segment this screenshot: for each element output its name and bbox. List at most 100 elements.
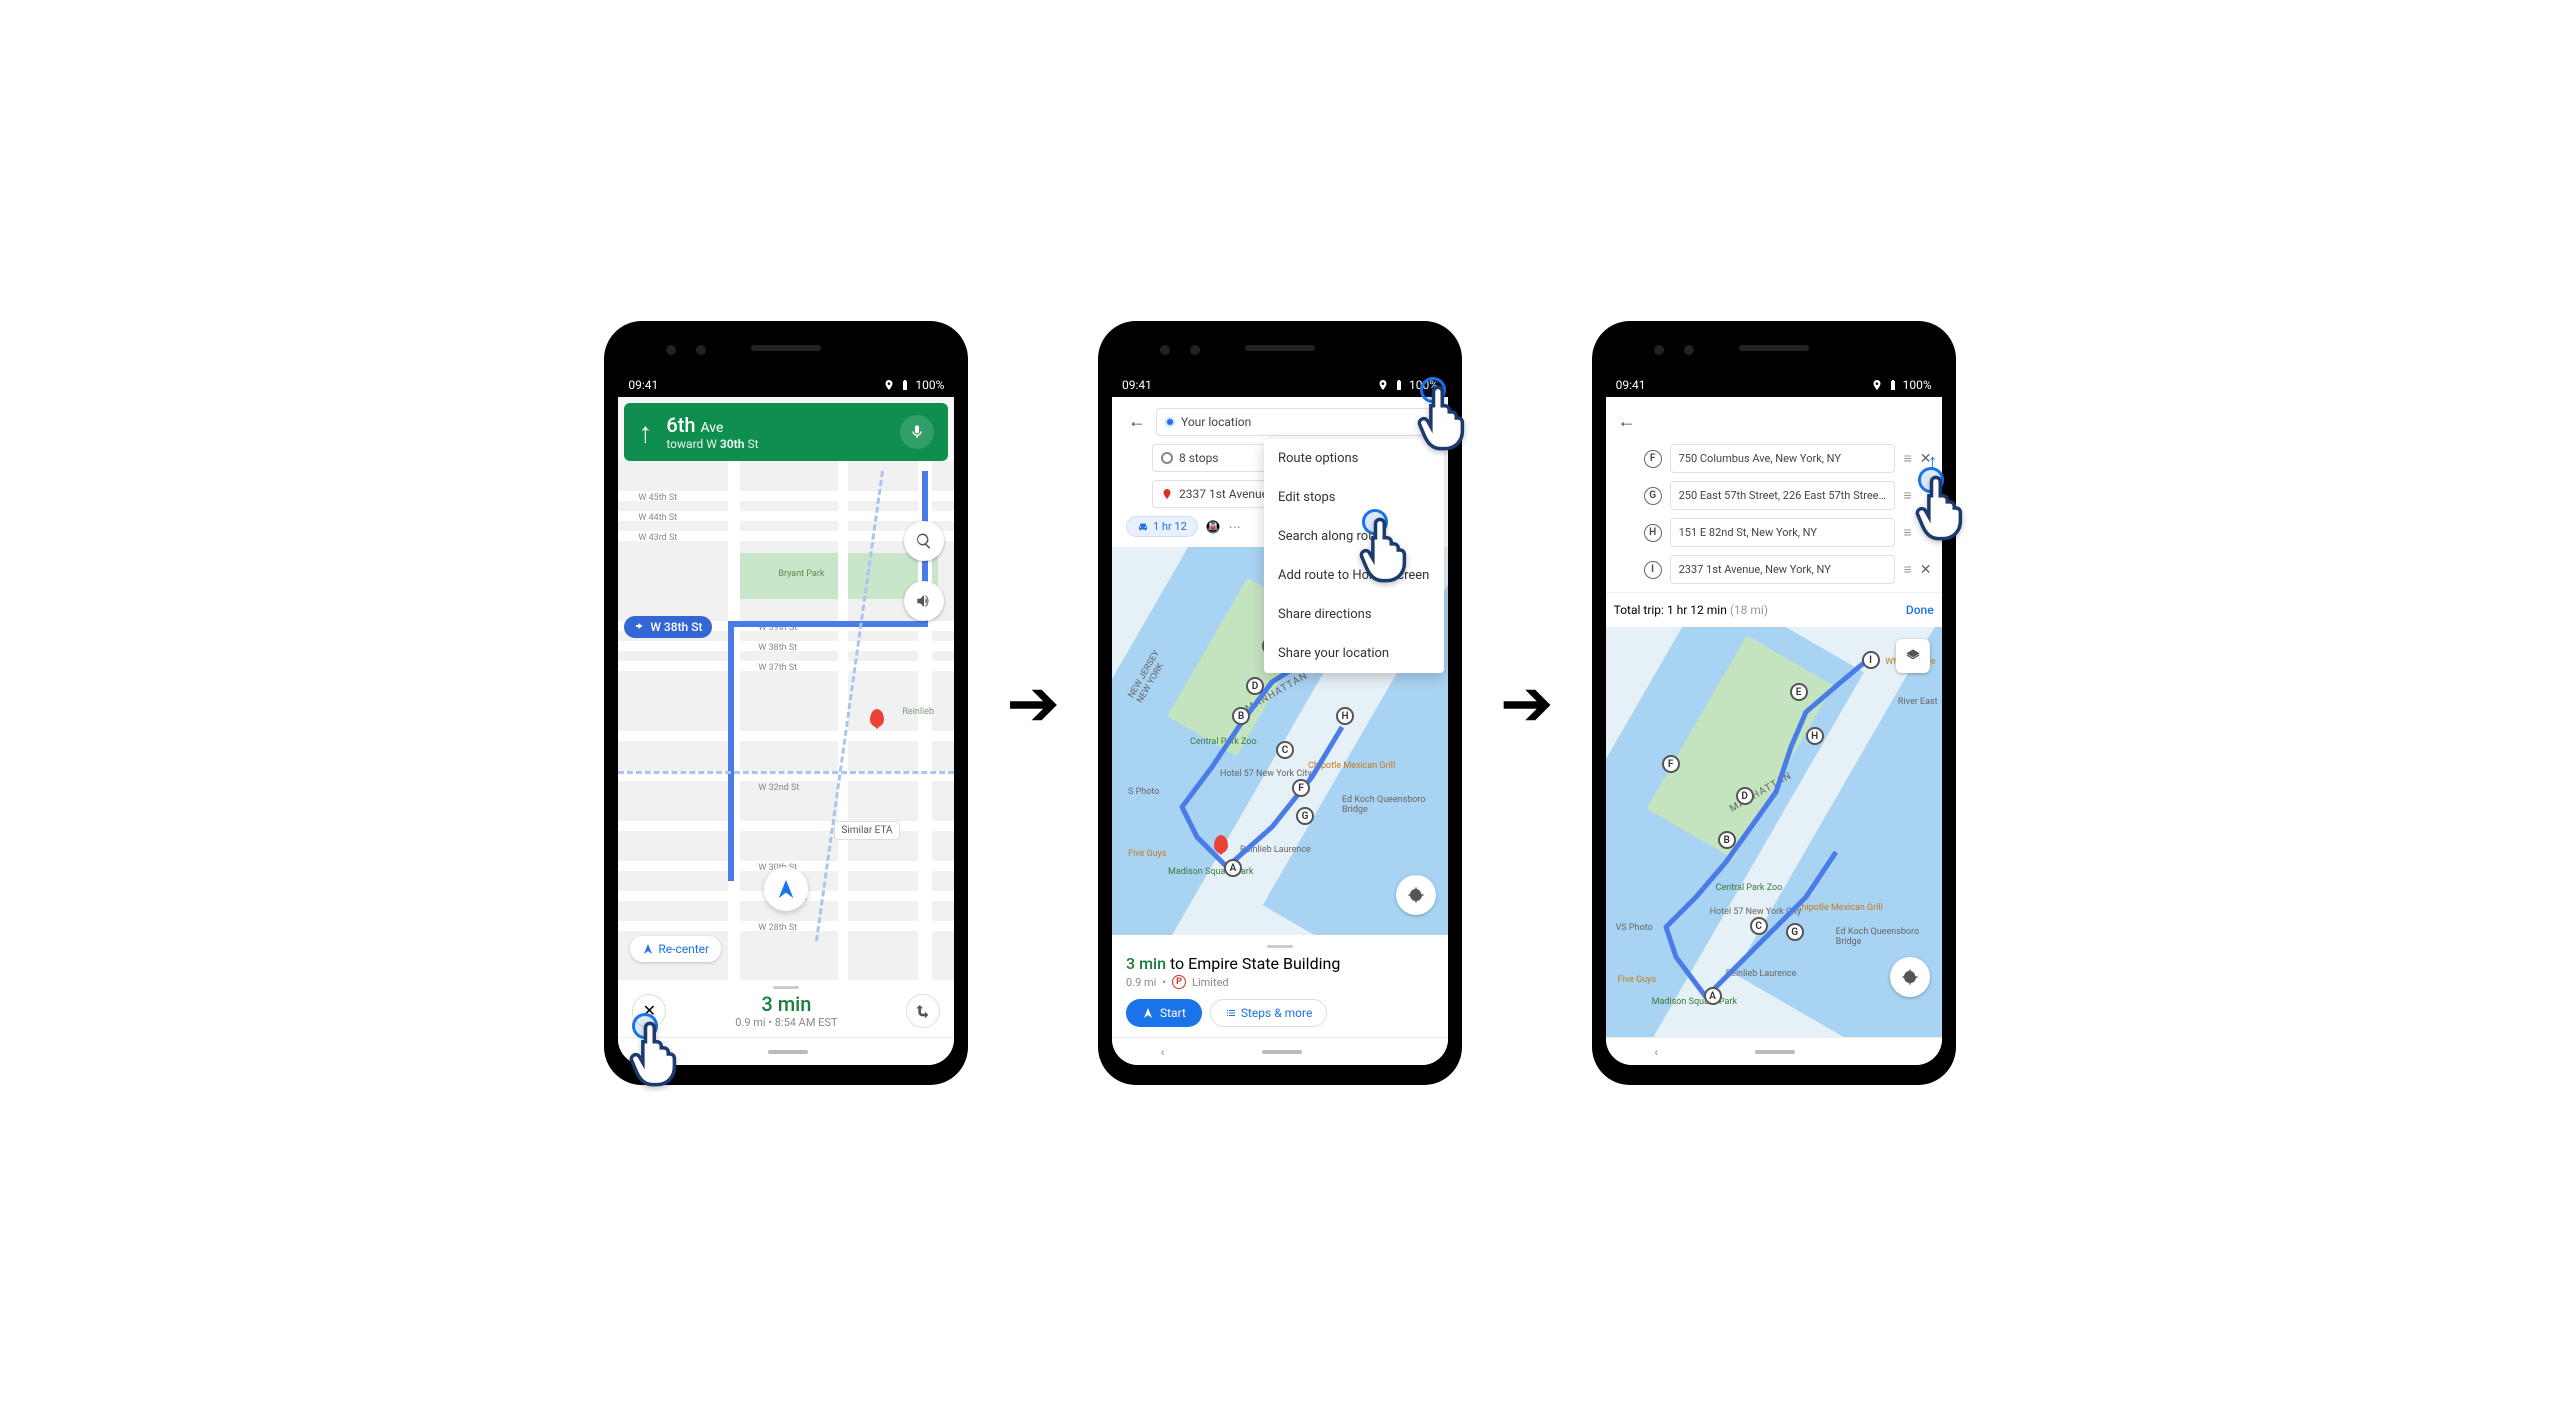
stop-address-field[interactable]: 151 E 82nd St, New York, NY bbox=[1670, 518, 1896, 547]
trip-summary-bar: Total trip: 1 hr 12 min (18 mi) Done bbox=[1606, 592, 1942, 627]
waypoint-b[interactable]: B bbox=[1232, 707, 1250, 725]
pin-icon bbox=[1161, 488, 1173, 500]
straight-arrow-icon: ↑ bbox=[638, 416, 652, 449]
menu-share-directions[interactable]: Share directions bbox=[1264, 595, 1444, 634]
nav-direction-banner[interactable]: ↑ 6th Ave toward W 30th St bbox=[624, 403, 948, 461]
similar-eta-label: Similar ETA bbox=[834, 821, 899, 840]
stop-row: I2337 1st Avenue, New York, NY≡✕ bbox=[1612, 551, 1936, 588]
stop-letter-badge: G bbox=[1644, 487, 1662, 505]
route-preview-title: 3 min to Empire State Building bbox=[1126, 954, 1434, 973]
waypoint-i[interactable]: I bbox=[1862, 651, 1880, 669]
status-bar: 09:41 100% bbox=[618, 373, 954, 397]
stop-address-field[interactable]: 250 East 57th Street, 226 East 57th Stre… bbox=[1670, 481, 1896, 510]
menu-edit-stops[interactable]: Edit stops bbox=[1264, 478, 1444, 517]
phone-frame-2: 09:41 100% ← Your location ⋮ bbox=[1100, 323, 1460, 1083]
screen-1: 09:41 100% ↑ 6th Ave toward W 30th St bbox=[618, 373, 954, 1065]
map-view-3[interactable]: MANHATTAN White Castle River East Centra… bbox=[1606, 627, 1942, 1037]
android-navbar: ‹ bbox=[1112, 1037, 1448, 1065]
waypoint-f[interactable]: F bbox=[1292, 779, 1310, 797]
menu-share-location[interactable]: Share your location bbox=[1264, 634, 1444, 673]
start-nav-button[interactable]: Start bbox=[1126, 999, 1202, 1027]
drive-mode-chip[interactable]: 1 hr 12 bbox=[1126, 516, 1198, 537]
layers-button[interactable] bbox=[1896, 639, 1930, 673]
nav-arrow-icon bbox=[642, 943, 654, 955]
waypoint-d[interactable]: D bbox=[1736, 787, 1754, 805]
menu-search-along[interactable]: Search along route bbox=[1264, 517, 1444, 556]
nav-direction-text: 6th Ave toward W 30th St bbox=[666, 413, 758, 451]
parking-icon: P bbox=[1172, 975, 1186, 989]
drag-handle-icon[interactable]: ≡ bbox=[1903, 561, 1909, 578]
waypoint-e[interactable]: E bbox=[1790, 683, 1808, 701]
stop-row: H151 E 82nd St, New York, NY≡ bbox=[1612, 514, 1936, 551]
back-nav[interactable]: ‹ bbox=[667, 1045, 671, 1059]
mic-button[interactable] bbox=[900, 415, 934, 449]
drag-handle-icon[interactable]: ≡ bbox=[1903, 450, 1909, 467]
waypoint-dot-icon bbox=[1161, 452, 1173, 464]
destination-pin[interactable] bbox=[868, 709, 886, 735]
route-preview-sub: 0.9 mi • P Limited bbox=[1126, 975, 1434, 989]
more-modes[interactable]: ⋯ bbox=[1229, 520, 1241, 534]
remove-stop-button[interactable]: ✕ bbox=[1918, 562, 1934, 578]
stop-address-field[interactable]: 2337 1st Avenue, New York, NY bbox=[1670, 555, 1896, 584]
nav-bottom-sheet[interactable]: ✕ 3 min 0.9 mi • 8:54 AM EST bbox=[618, 980, 954, 1037]
screen-3: 09:41 100% ← F 750 Columbus Ave, New York… bbox=[1606, 373, 1942, 1065]
drag-handle-icon[interactable]: ≡ bbox=[1903, 524, 1909, 541]
status-right: 100% bbox=[883, 378, 944, 392]
waypoint-a[interactable]: A bbox=[1224, 859, 1242, 877]
waypoint-b[interactable]: B bbox=[1718, 831, 1736, 849]
drag-handle-icon[interactable]: ≡ bbox=[1903, 487, 1909, 504]
location-icon bbox=[883, 379, 895, 391]
current-location-arrow bbox=[764, 867, 808, 911]
android-navbar: ‹ bbox=[618, 1037, 954, 1065]
turn-right-icon bbox=[634, 621, 646, 633]
phone-frame-1: 09:41 100% ↑ 6th Ave toward W 30th St bbox=[606, 323, 966, 1083]
overflow-menu-button[interactable]: ⋮ bbox=[1422, 407, 1438, 426]
crosshair-icon bbox=[1901, 968, 1919, 986]
from-field[interactable]: Your location bbox=[1156, 408, 1436, 436]
steps-more-button[interactable]: Steps & more bbox=[1210, 999, 1327, 1027]
waypoint-h[interactable]: H bbox=[1336, 707, 1354, 725]
back-button[interactable]: ← bbox=[1124, 407, 1150, 436]
speaker-icon bbox=[915, 592, 933, 610]
back-button[interactable]: ← bbox=[1614, 407, 1640, 436]
status-time: 09:41 bbox=[628, 378, 658, 392]
waypoint-g[interactable]: G bbox=[1296, 807, 1314, 825]
current-pin bbox=[1212, 835, 1230, 861]
remove-stop-button[interactable]: ✕ bbox=[1918, 451, 1934, 467]
waypoint-d[interactable]: D bbox=[1246, 677, 1264, 695]
transit-mode[interactable]: 🚇 bbox=[1206, 520, 1221, 534]
menu-route-options[interactable]: Route options bbox=[1264, 439, 1444, 478]
home-nav[interactable] bbox=[768, 1050, 808, 1054]
recenter-button[interactable]: Re-center bbox=[630, 936, 721, 962]
car-icon bbox=[1137, 521, 1149, 533]
waypoint-f[interactable]: F bbox=[1662, 755, 1680, 773]
battery-icon bbox=[1887, 379, 1899, 391]
waypoint-c[interactable]: C bbox=[1276, 741, 1294, 759]
route-callout-pill[interactable]: W 38th St bbox=[624, 616, 712, 638]
crosshair-icon bbox=[1407, 886, 1425, 904]
my-location-fab[interactable] bbox=[1890, 957, 1930, 997]
eta-time: 3 min bbox=[666, 992, 906, 1016]
location-icon bbox=[1377, 379, 1389, 391]
menu-add-home[interactable]: Add route to Home screen bbox=[1264, 556, 1444, 595]
waypoint-c[interactable]: C bbox=[1750, 917, 1768, 935]
sheet-handle[interactable] bbox=[1267, 945, 1293, 948]
status-bar: 09:41 100% bbox=[1606, 373, 1942, 397]
waypoint-h[interactable]: H bbox=[1806, 727, 1824, 745]
close-nav-button[interactable]: ✕ bbox=[632, 994, 666, 1028]
battery-icon bbox=[1393, 379, 1405, 391]
stop-row: F750 Columbus Ave, New York, NY≡✕ bbox=[1612, 440, 1936, 477]
list-icon bbox=[1225, 1007, 1237, 1019]
directions-header: ← Your location ⋮ 8 stops bbox=[1112, 397, 1448, 547]
my-location-fab[interactable] bbox=[1396, 875, 1436, 915]
mic-icon bbox=[909, 424, 925, 440]
stop-address-field[interactable]: 750 Columbus Ave, New York, NY bbox=[1670, 444, 1896, 473]
flow-arrow-1: ➔ bbox=[1006, 666, 1060, 741]
done-button[interactable]: Done bbox=[1906, 603, 1934, 617]
sheet-handle[interactable] bbox=[773, 986, 799, 989]
waypoint-a[interactable]: A bbox=[1704, 987, 1722, 1005]
status-battery: 100% bbox=[915, 378, 944, 392]
route-preview-sheet[interactable]: 3 min to Empire State Building 0.9 mi • … bbox=[1112, 935, 1448, 1037]
waypoint-g[interactable]: G bbox=[1786, 923, 1804, 941]
alt-routes-button[interactable] bbox=[906, 994, 940, 1028]
